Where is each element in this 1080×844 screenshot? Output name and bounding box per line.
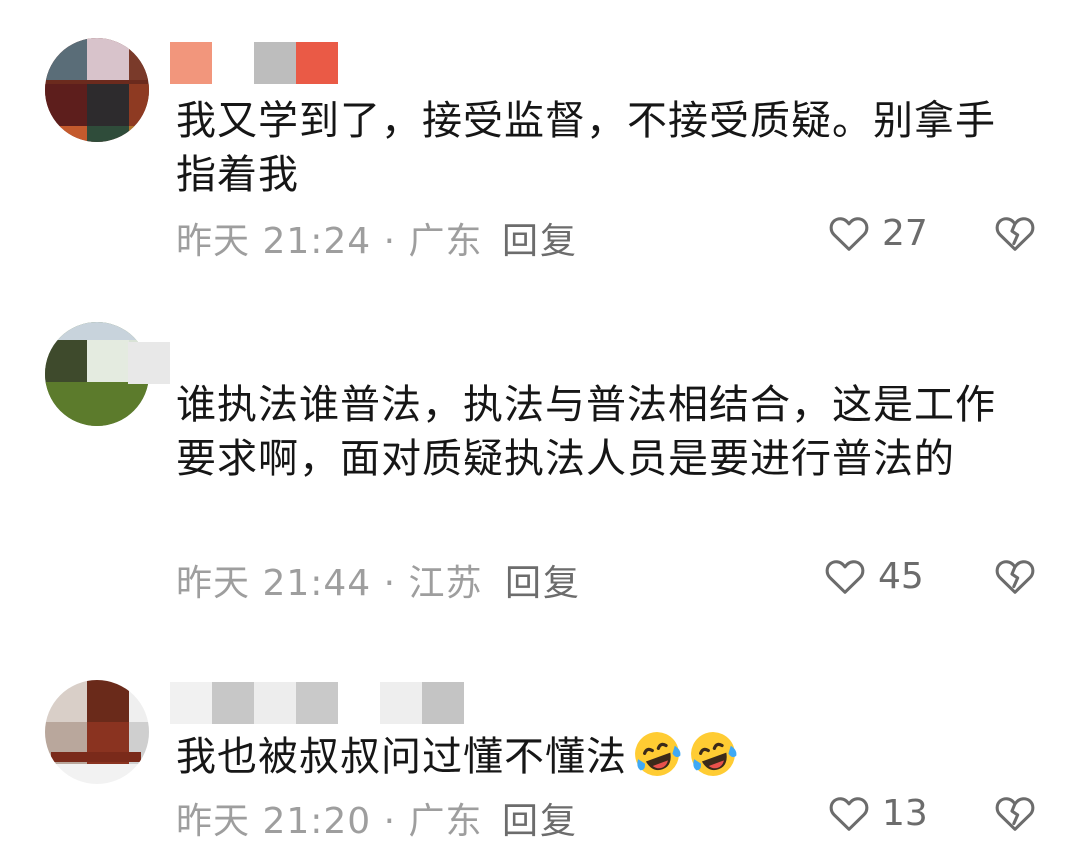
- comment-item: 我又学到了，接受监督，不接受质疑。别拿手指着我 昨天 21:24 · 广东 回复…: [0, 0, 1080, 290]
- broken-heart-icon: [995, 560, 1035, 594]
- avatar[interactable]: [45, 38, 149, 142]
- laughing-tears-emoji-icon: [691, 732, 737, 776]
- broken-heart-icon: [995, 797, 1035, 831]
- like-count: 27: [882, 212, 928, 254]
- comment-text: 我又学到了，接受监督，不接受质疑。别拿手指着我: [176, 98, 996, 198]
- comment-meta: 昨天 21:24 · 广东: [176, 221, 483, 262]
- heart-outline-icon: [825, 560, 865, 594]
- reply-button[interactable]: 回复: [502, 792, 578, 844]
- comment-meta: 昨天 21:44 · 江苏: [176, 563, 483, 604]
- comment-text: 谁执法谁普法，执法与普法相结合，这是工作要求啊，面对质疑执法人员是要进行普法的: [176, 382, 996, 482]
- comment-text-body: 我也被叔叔问过懂不懂法: [176, 734, 627, 780]
- heart-outline-icon: [829, 217, 869, 251]
- laughing-tears-emoji-icon: [635, 732, 681, 776]
- username-redacted[interactable]: [170, 42, 338, 84]
- like-button[interactable]: 13: [826, 790, 928, 836]
- broken-heart-icon: [995, 217, 1035, 251]
- dislike-button[interactable]: [992, 553, 1038, 599]
- like-count: 45: [878, 555, 924, 597]
- comment-text: 我也被叔叔问过懂不懂法: [176, 728, 1016, 784]
- like-button[interactable]: 45: [822, 553, 924, 599]
- like-count: 13: [882, 792, 928, 834]
- dislike-button[interactable]: [992, 210, 1038, 256]
- heart-outline-icon: [829, 797, 869, 831]
- like-button[interactable]: 27: [826, 210, 928, 256]
- comment-item: 谁执法谁普法，执法与普法相结合，这是工作要求啊，面对质疑执法人员是要进行普法的 …: [0, 300, 1080, 640]
- reply-button[interactable]: 回复: [502, 212, 578, 264]
- comment-meta: 昨天 21:20 · 广东: [176, 801, 483, 842]
- username-redacted[interactable]: [170, 682, 464, 724]
- comment-item: 我也被叔叔问过懂不懂法 昨天 21:20 · 广东 回复 13: [0, 660, 1080, 842]
- username-redacted[interactable]: [128, 342, 170, 384]
- dislike-button[interactable]: [992, 790, 1038, 836]
- reply-button[interactable]: 回复: [505, 554, 581, 606]
- avatar[interactable]: [45, 680, 149, 784]
